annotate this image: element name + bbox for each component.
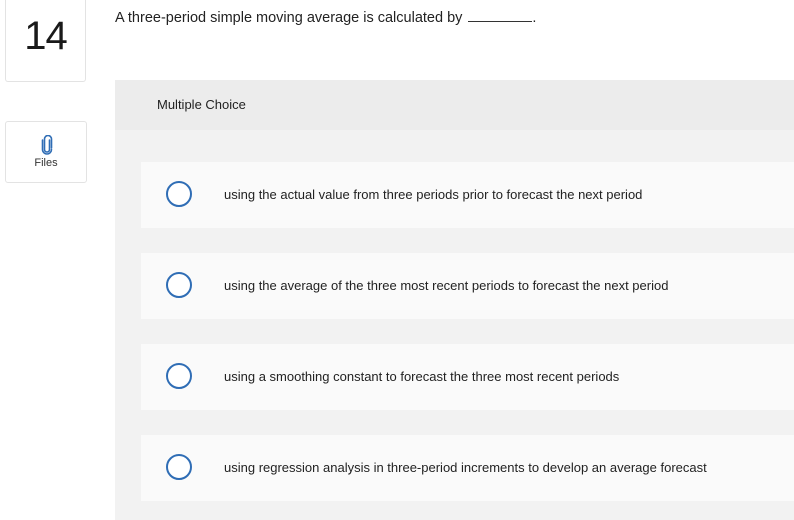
- answer-option-label: using a smoothing constant to forecast t…: [224, 369, 620, 384]
- paperclip-icon: [41, 135, 53, 155]
- files-button[interactable]: Files: [5, 121, 87, 183]
- answer-option-a[interactable]: using the actual value from three period…: [141, 162, 794, 228]
- answer-option-c[interactable]: using a smoothing constant to forecast t…: [141, 344, 794, 410]
- answer-option-b[interactable]: using the average of the three most rece…: [141, 253, 794, 319]
- question-prompt: A three-period simple moving average is …: [115, 9, 536, 26]
- question-page: 14 Files A three-period simple moving av…: [0, 0, 794, 520]
- answer-blank: [468, 9, 533, 22]
- answer-option-label: using the actual value from three period…: [224, 187, 643, 202]
- multiple-choice-panel: Multiple Choice using the actual value f…: [115, 80, 794, 520]
- radio-button[interactable]: [166, 272, 192, 298]
- question-text: A three-period simple moving average is …: [115, 10, 463, 26]
- question-number-box: 14: [5, 0, 86, 82]
- question-number: 14: [24, 14, 68, 58]
- radio-button[interactable]: [166, 363, 192, 389]
- radio-button[interactable]: [166, 454, 192, 480]
- files-label: Files: [34, 157, 58, 169]
- multiple-choice-header: Multiple Choice: [115, 80, 794, 130]
- question-suffix: .: [532, 10, 537, 26]
- radio-button[interactable]: [166, 181, 192, 207]
- question-type-label: Multiple Choice: [157, 97, 246, 112]
- answer-option-label: using the average of the three most rece…: [224, 278, 669, 293]
- answer-option-d[interactable]: using regression analysis in three-perio…: [141, 435, 794, 501]
- answer-option-label: using regression analysis in three-perio…: [224, 460, 707, 475]
